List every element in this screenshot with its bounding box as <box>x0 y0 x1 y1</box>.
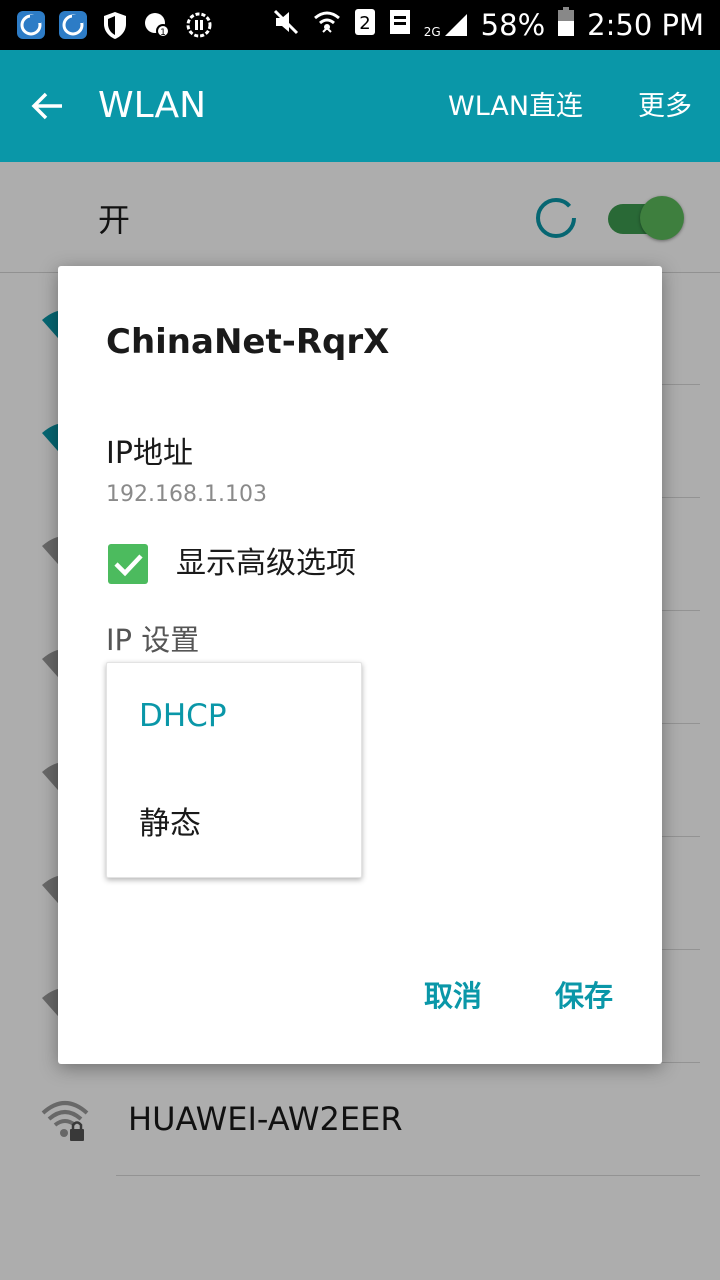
network-dialog: ChinaNet-RqrX IP地址 192.168.1.103 显示高级选项 … <box>58 266 662 1064</box>
cancel-button[interactable]: 取消 <box>424 978 482 1014</box>
battery-icon <box>557 6 575 44</box>
sms-icon <box>388 8 412 43</box>
app-bar: WLAN WLAN直连 更多 <box>0 50 720 162</box>
dropdown-option-dhcp[interactable]: DHCP <box>139 697 227 735</box>
status-bar: 1 2 2G 58% 2:50 PM <box>0 0 720 50</box>
ip-settings-dropdown: DHCP 静态 <box>106 662 362 878</box>
shield-icon <box>98 8 132 42</box>
battery-level: 58% <box>480 8 546 42</box>
save-button[interactable]: 保存 <box>555 978 613 1014</box>
ip-address-value: 192.168.1.103 <box>106 482 267 507</box>
pause-icon <box>182 8 216 42</box>
status-right: 2 2G 58% 2:50 PM <box>272 0 704 50</box>
checkmark-icon <box>114 554 143 577</box>
sync-icon: 1 <box>140 8 174 42</box>
ip-settings-label: IP 设置 <box>106 623 200 657</box>
page-title: WLAN <box>98 85 207 126</box>
muted-icon <box>272 8 300 43</box>
wlan-direct-button[interactable]: WLAN直连 <box>448 90 583 124</box>
sim2-icon: 2 <box>354 8 376 43</box>
network-type: 2G <box>423 25 441 39</box>
show-advanced-checkbox[interactable] <box>108 544 148 584</box>
clock: 2:50 PM <box>587 8 704 42</box>
svg-text:2: 2 <box>359 13 370 34</box>
wifi-transfer-icon <box>312 8 342 43</box>
app-icon <box>14 8 48 42</box>
back-arrow-icon[interactable] <box>26 84 70 128</box>
signal-icon: 2G <box>424 12 469 38</box>
dialog-title: ChinaNet-RqrX <box>106 322 390 362</box>
more-button[interactable]: 更多 <box>638 90 692 124</box>
app-icon <box>56 8 90 42</box>
dropdown-option-static[interactable]: 静态 <box>139 805 201 843</box>
svg-text:1: 1 <box>160 28 166 38</box>
status-icons: 1 <box>14 8 216 42</box>
ip-address-label: IP地址 <box>106 436 193 471</box>
show-advanced-label[interactable]: 显示高级选项 <box>176 546 356 582</box>
